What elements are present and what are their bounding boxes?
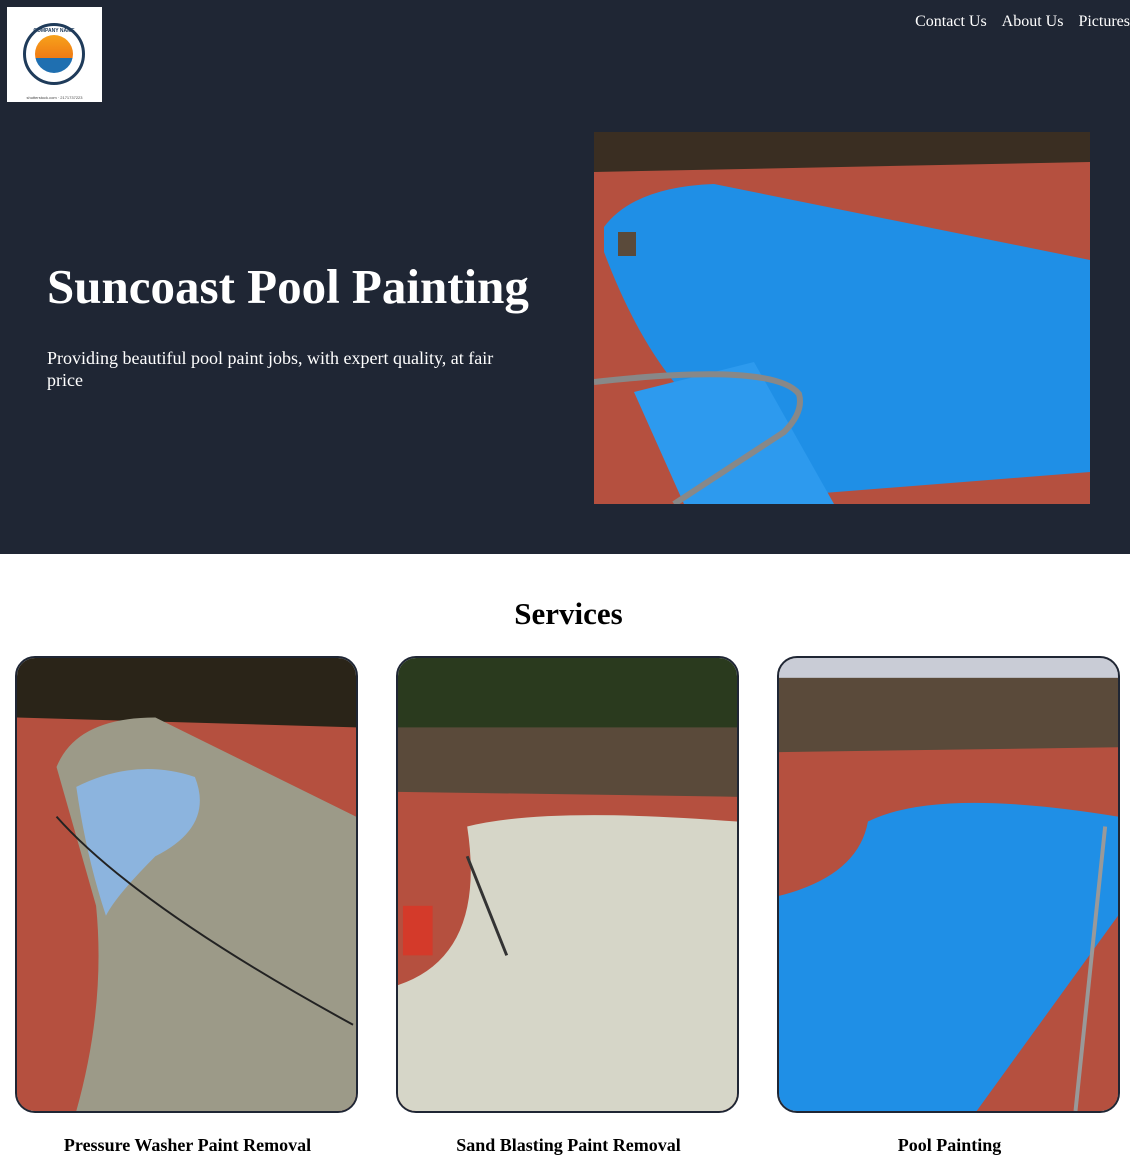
company-logo[interactable]: COMPANY NAME shutterstock.com · 21717372…	[7, 7, 102, 102]
service-card-sand-blasting[interactable]	[396, 656, 739, 1113]
nav-about-us[interactable]: About Us	[1002, 13, 1064, 31]
logo-brand-text: COMPANY NAME	[33, 28, 75, 34]
nav-contact-us[interactable]: Contact Us	[915, 13, 987, 31]
hero-pool-photo	[594, 132, 1090, 504]
hero-section: COMPANY NAME shutterstock.com · 21717372…	[0, 0, 1130, 554]
sunset-icon	[35, 35, 73, 73]
service-card-pressure-washer[interactable]	[15, 656, 358, 1113]
sand-blasting-photo	[398, 658, 737, 1111]
hero-subtitle: Providing beautiful pool paint jobs, wit…	[47, 348, 494, 390]
pool-painting-photo	[779, 658, 1118, 1111]
service-card-pool-painting[interactable]	[777, 656, 1120, 1113]
services-title: Services	[514, 596, 623, 631]
service-label-pool-painting: Pool Painting	[897, 1135, 1002, 1155]
service-label-pressure-washer: Pressure Washer Paint Removal	[63, 1135, 312, 1155]
nav-pictures[interactable]: Pictures	[1078, 13, 1130, 31]
hero-title: Suncoast Pool Painting	[47, 259, 529, 314]
logo-emblem: COMPANY NAME	[23, 23, 85, 85]
logo-caption: shutterstock.com · 2171737223	[26, 95, 83, 100]
main-nav: Contact Us About Us Pictures	[915, 13, 1130, 31]
service-label-sand-blasting: Sand Blasting Paint Removal	[456, 1135, 681, 1155]
pressure-washer-photo	[17, 658, 356, 1111]
